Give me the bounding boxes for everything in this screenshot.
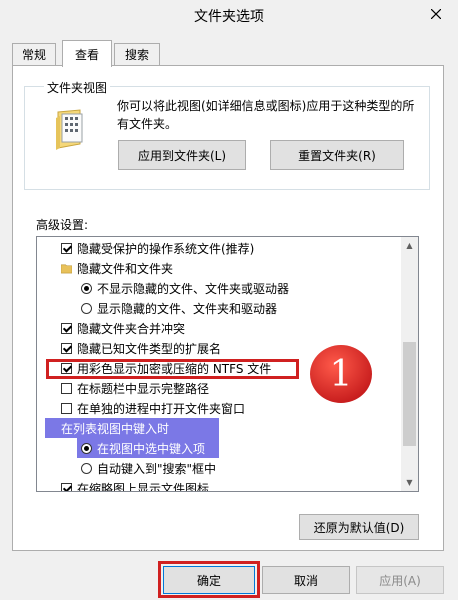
annotation-ok-highlight-box <box>158 561 260 598</box>
apply-button[interactable]: 应用(A) <box>356 566 444 594</box>
tab-search[interactable]: 搜索 <box>114 43 160 65</box>
annotation-highlight-box <box>46 359 299 379</box>
checkbox[interactable] <box>61 242 72 254</box>
apply-to-folders-button[interactable]: 应用到文件夹(L) <box>118 140 246 170</box>
tree-item-label: 在标题栏中显示完整路径 <box>77 381 210 396</box>
restore-defaults-button[interactable]: 还原为默认值(D) <box>299 514 419 540</box>
tree-item-label: 显示隐藏的文件、文件夹和驱动器 <box>97 301 278 316</box>
tree-item-auto-type-search[interactable]: 自动键入到"搜索"框中 <box>81 458 216 478</box>
tree-item-label: 在列表视图中键入时 <box>61 421 170 436</box>
folder-views-description: 你可以将此视图(如详细信息或图标)应用于这种类型的所有文件夹。 <box>117 99 415 131</box>
checkbox[interactable] <box>61 342 72 354</box>
tree-item-show-hidden[interactable]: 显示隐藏的文件、文件夹和驱动器 <box>81 298 277 318</box>
tree-item-full-path-titlebar[interactable]: 在标题栏中显示完整路径 <box>61 378 209 398</box>
tree-item-hide-extensions[interactable]: 隐藏已知文件类型的扩展名 <box>61 338 221 358</box>
tree-item-label: 在缩略图上显示文件图标 <box>77 481 210 492</box>
scroll-up-arrow-icon[interactable]: ▲ <box>401 237 418 254</box>
tree-item-label: 在视图中选中键入项 <box>97 441 206 456</box>
tab-view[interactable]: 查看 <box>62 40 112 67</box>
scrollbar-thumb[interactable] <box>403 342 416 446</box>
folder-icon <box>61 264 72 273</box>
tree-item-select-typed-item[interactable]: 在视图中选中键入项 <box>77 438 219 458</box>
tree-item-label: 隐藏文件夹合并冲突 <box>77 321 186 336</box>
title-bar: 文件夹选项 <box>0 0 458 32</box>
folder-view-icon <box>52 104 90 150</box>
radio-button[interactable] <box>81 302 92 314</box>
tree-item-label: 不显示隐藏的文件、文件夹或驱动器 <box>97 281 290 296</box>
reset-folders-button[interactable]: 重置文件夹(R) <box>270 140 404 170</box>
checkbox[interactable] <box>61 482 72 491</box>
checkbox[interactable] <box>61 402 72 414</box>
tree-item-typing-in-list-view: 在列表视图中键入时 <box>45 418 219 438</box>
annotation-number: 1 <box>329 353 353 395</box>
annotation-number-badge: 1 <box>309 344 373 404</box>
tree-item-label: 在单独的进程中打开文件夹窗口 <box>77 401 246 416</box>
close-icon <box>431 9 441 19</box>
tree-item-label: 隐藏已知文件类型的扩展名 <box>77 341 222 356</box>
cancel-button[interactable]: 取消 <box>262 566 350 594</box>
checkbox[interactable] <box>61 382 72 394</box>
close-button[interactable] <box>422 2 450 26</box>
tree-item-dont-show-hidden[interactable]: 不显示隐藏的文件、文件夹或驱动器 <box>81 278 289 298</box>
checkbox[interactable] <box>61 322 72 334</box>
tree-item-hide-protected-os-files[interactable]: 隐藏受保护的操作系统文件(推荐) <box>61 238 254 258</box>
tree-item-hide-merge-conflicts[interactable]: 隐藏文件夹合并冲突 <box>61 318 185 338</box>
radio-button[interactable] <box>81 462 92 474</box>
radio-button[interactable] <box>81 282 92 294</box>
tree-item-label: 隐藏受保护的操作系统文件(推荐) <box>77 241 255 256</box>
tree-item-separate-process[interactable]: 在单独的进程中打开文件夹窗口 <box>61 398 245 418</box>
advanced-settings-label: 高级设置: <box>36 218 89 232</box>
scroll-down-arrow-icon[interactable]: ▼ <box>401 474 418 491</box>
vertical-scrollbar[interactable]: ▲ ▼ <box>401 237 418 491</box>
tree-item-label: 自动键入到"搜索"框中 <box>97 461 217 476</box>
tree-item-label: 隐藏文件和文件夹 <box>77 261 174 276</box>
tree-item-thumbnail-icons[interactable]: 在缩略图上显示文件图标 <box>61 478 210 492</box>
tab-general[interactable]: 常规 <box>12 43 56 65</box>
folder-views-label: 文件夹视图 <box>44 79 111 96</box>
tree-item-hidden-files-folders: 隐藏文件和文件夹 <box>61 258 173 278</box>
radio-button[interactable] <box>81 442 92 454</box>
window-title: 文件夹选项 <box>194 9 264 25</box>
